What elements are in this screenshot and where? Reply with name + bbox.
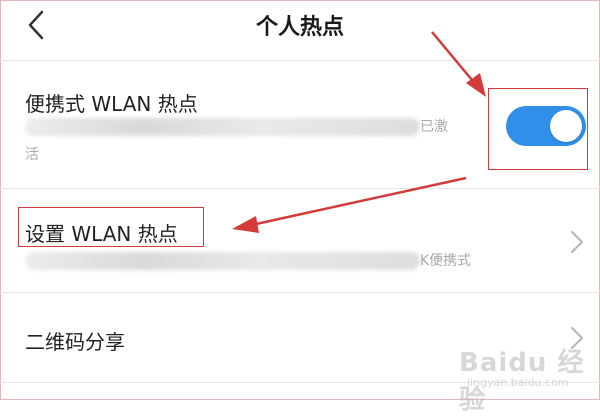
arrow-head xyxy=(232,216,259,233)
baidu-watermark: Baidu 经验 jingyan.baidu.com xyxy=(455,342,595,415)
arrow-line xyxy=(431,31,478,87)
arrow-line xyxy=(255,176,467,226)
annotation-arrows xyxy=(232,31,486,233)
watermark-url: jingyan.baidu.com xyxy=(467,376,569,389)
